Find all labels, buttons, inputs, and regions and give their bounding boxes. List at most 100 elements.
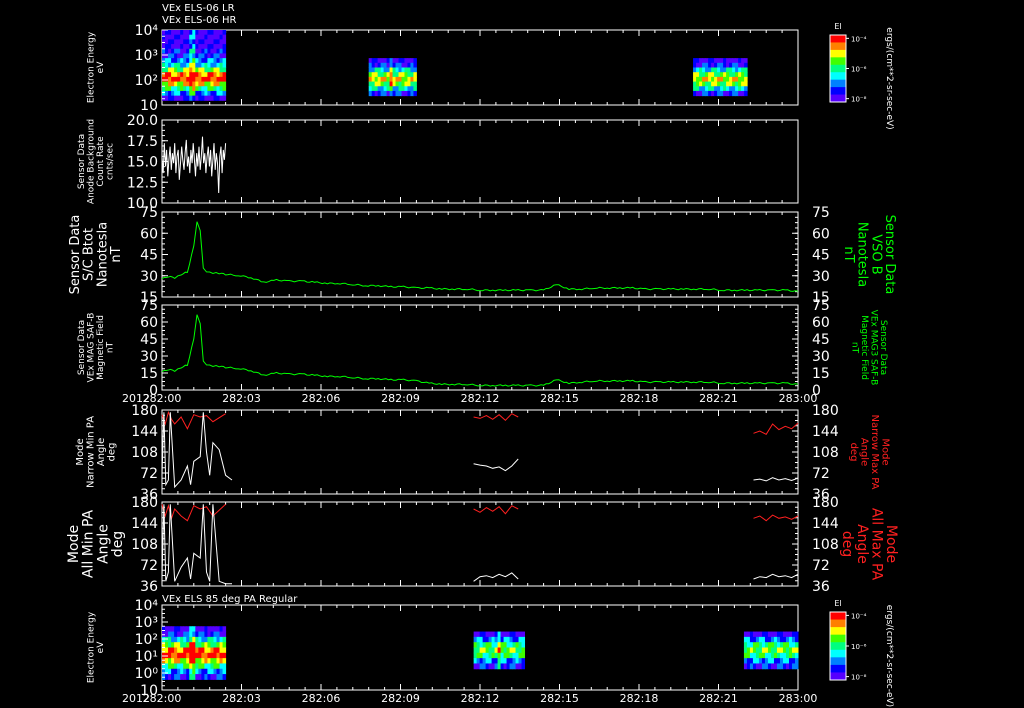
spectro-cell [782, 642, 787, 648]
spectro-cell [386, 67, 391, 73]
spectro-cell [216, 674, 221, 680]
spectro-cell [213, 631, 218, 638]
spectro-cell [785, 631, 790, 638]
spectro-cell [488, 658, 493, 664]
spectro-cell [794, 652, 799, 659]
spectro-cell [183, 90, 187, 97]
spectro-cell [210, 39, 214, 45]
spectro-cell [189, 95, 193, 101]
spectro-cell [788, 631, 793, 638]
spectro-cell [198, 44, 202, 50]
spectro-cell [726, 72, 730, 78]
spectro-cell [186, 674, 190, 680]
spectro-cell [213, 67, 218, 73]
spectro-cell [407, 81, 411, 87]
spectro-cell [198, 30, 202, 36]
spectro-cell [404, 72, 408, 78]
spectro-cell [222, 658, 227, 664]
spectro-cell [168, 631, 172, 638]
spectro-cell [776, 631, 781, 638]
panel6-rlabel-line: Angle [854, 524, 870, 564]
time-tick-label: 282:03 [222, 692, 261, 705]
spectro-cell [711, 62, 715, 68]
spectro-cell [717, 72, 721, 78]
spectro-cell [165, 631, 169, 638]
panel5-ylabel-line: deg [106, 443, 117, 462]
spectro-cell [207, 62, 211, 68]
spectro-cell [171, 631, 175, 638]
spectro-cell [195, 72, 199, 78]
spectro-cell [791, 636, 796, 643]
spectro-cell [410, 90, 414, 97]
spectro-cell [222, 647, 227, 654]
spectro-cell [518, 658, 523, 664]
panel4-ytick-label-right: 30 [812, 349, 830, 365]
spectro-cell [738, 72, 742, 78]
spectro-cell [714, 58, 718, 64]
spectro-cell [755, 636, 760, 643]
spectro-cell [192, 34, 196, 40]
spectro-cell [213, 62, 218, 68]
spectro-cell [189, 48, 193, 54]
spectro-cell [174, 642, 178, 648]
spectro-cell [755, 652, 760, 659]
spectro-cell [165, 658, 169, 664]
spectro-cell [708, 90, 712, 97]
spectro-cell [204, 53, 208, 59]
spectro-cell [785, 652, 790, 659]
spectro-cell [183, 72, 187, 78]
spectro-cell [702, 90, 706, 97]
spectro-cell [413, 62, 417, 68]
spectro-cell [368, 76, 373, 83]
spectro-cell [213, 674, 218, 680]
spectro-cell [788, 636, 793, 643]
spectro-cell [219, 53, 224, 59]
spectro-cell [503, 663, 508, 670]
spectro-cell [413, 67, 417, 73]
spectro-cell [794, 636, 799, 643]
spectro-cell [773, 647, 778, 654]
spectro-cell [192, 90, 196, 97]
spectro-cell [398, 67, 402, 73]
spectro-cell [201, 62, 205, 68]
spectro-cell [741, 58, 745, 64]
spectro-cell [177, 631, 181, 638]
spectro-cell [708, 76, 712, 83]
spectro-cell [776, 636, 781, 643]
spectro-cell [717, 81, 721, 87]
spectro-cell [201, 34, 205, 40]
spectro-cell [482, 663, 487, 670]
spectro-cell [509, 647, 514, 654]
spectro-cell [180, 58, 184, 64]
spectro-cell [494, 658, 499, 664]
spectro-cell [758, 636, 763, 643]
spectro-cell [404, 58, 408, 64]
spectro-cell [186, 663, 190, 670]
spectro-cell [371, 86, 376, 92]
spectro-cell [693, 81, 697, 87]
spectro-cell [398, 81, 402, 87]
spectro-cell [503, 647, 508, 654]
panel7-title: VEx ELS 85 deg PA Regular [162, 594, 298, 605]
spectro-cell [741, 67, 745, 73]
spectro-cell [192, 663, 196, 670]
spectro-cell [395, 58, 400, 64]
panel6-ylabel-line: Mode [66, 525, 82, 563]
spectro-cell [183, 642, 187, 648]
spectro-cell [788, 663, 793, 670]
spectro-cell [207, 39, 211, 45]
spectro-cell [788, 647, 793, 654]
spectro-cell [219, 81, 224, 87]
spectro-cell [222, 652, 227, 659]
colorbar-segment [830, 42, 846, 51]
spectro-cell [180, 647, 184, 654]
panel1-ylabel-line: eV [96, 61, 106, 74]
spectro-cell [714, 81, 718, 87]
spectro-cell [741, 81, 745, 87]
spectro-cell [168, 53, 172, 59]
spectro-cell [386, 76, 391, 83]
spectro-cell [389, 76, 394, 83]
spectro-cell [512, 636, 517, 643]
spectro-cell [494, 652, 499, 659]
spectro-cell [180, 30, 184, 36]
